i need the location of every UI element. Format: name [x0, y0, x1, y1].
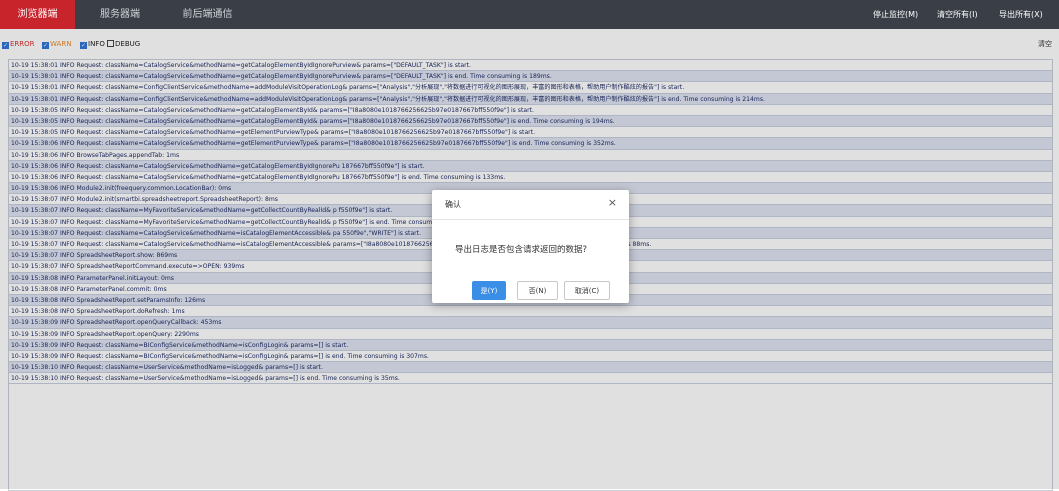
dialog-title: 确认 [445, 200, 461, 209]
dialog-header: 确认 × [432, 190, 629, 220]
no-button[interactable]: 否(N) [517, 281, 558, 300]
yes-button[interactable]: 是(Y) [472, 281, 506, 300]
export-all-button[interactable]: 导出所有(X) [999, 0, 1043, 29]
dialog-message: 导出日志是否包含请求返回的数据? [455, 245, 588, 255]
tab-browser[interactable]: 浏览器端 [0, 0, 75, 29]
top-toolbar: 浏览器端 服务器端 前后端通信 停止监控(M) 清空所有(I) 导出所有(X) [0, 0, 1059, 29]
cancel-button[interactable]: 取消(C) [564, 281, 610, 300]
clear-all-button[interactable]: 清空所有(I) [937, 0, 978, 29]
close-icon[interactable]: × [608, 196, 617, 209]
stop-monitor-button[interactable]: 停止监控(M) [873, 0, 918, 29]
tab-communication[interactable]: 前后端通信 [150, 0, 265, 29]
